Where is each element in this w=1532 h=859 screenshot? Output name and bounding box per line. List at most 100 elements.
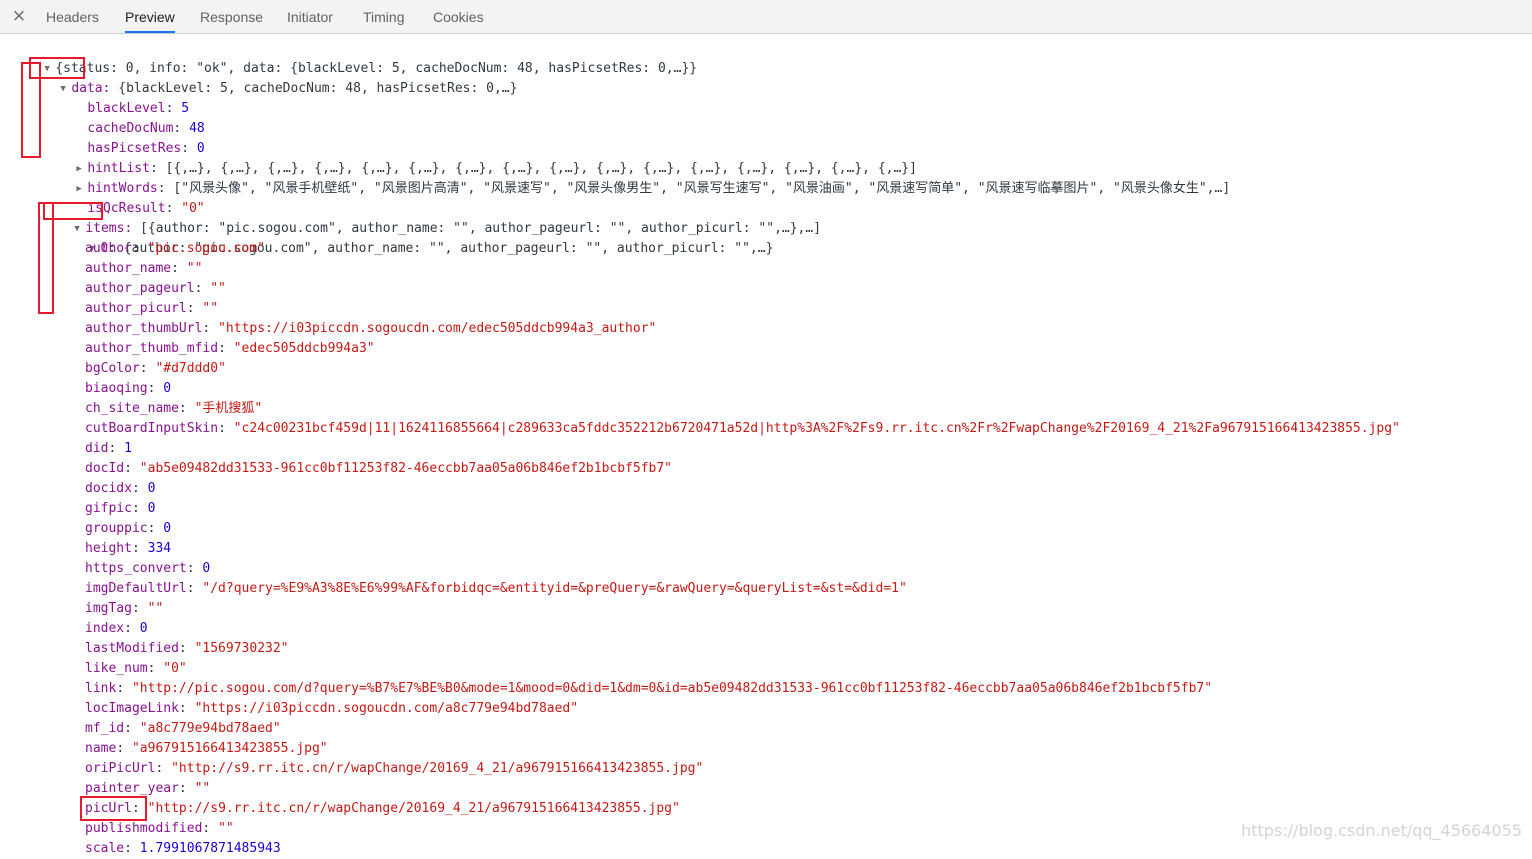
tab-cookies[interactable]: Cookies <box>433 0 484 33</box>
tree-row-lastmodified: lastModified: "1569730232" <box>85 641 289 656</box>
value-did: 1 <box>124 441 132 456</box>
key-scale: scale <box>85 841 125 856</box>
tree-row-author: author: "pic.sogou.com" <box>85 241 266 256</box>
value-author-name: "" <box>186 261 203 276</box>
value-author-picurl: "" <box>202 301 219 316</box>
tree-row-biaoqing: biaoqing: 0 <box>85 381 172 396</box>
value-oripicurl: "http://s9.rr.itc.cn/r/wapChange/20169_4… <box>171 761 704 776</box>
key-locimagelink: locImageLink <box>85 701 179 716</box>
tree-row-isqcresult: isQcResult: "0" <box>87 201 205 216</box>
value-biaoqing: 0 <box>163 381 172 396</box>
json-preview-tree: ▼ {status: 0, info: "ok", data: {blackLev… <box>0 34 1532 856</box>
annotation-box-items-bracket <box>38 202 54 314</box>
tree-row-imgtag: imgTag: "" <box>85 601 164 616</box>
value-publishmodified: "" <box>218 821 234 836</box>
value-locimagelink: "https://i03piccdn.sogoucdn.com/a8c779e9… <box>194 701 579 716</box>
key-bgcolor: bgColor <box>85 361 140 376</box>
tree-row-author-thumb-mfid: author_thumb_mfid: "edec505ddcb994a3" <box>85 341 375 356</box>
key-author-name: author_name <box>85 261 172 276</box>
key-height: height <box>85 541 132 556</box>
tree-row-name: name: "a967915166413423855.jpg" <box>85 741 328 756</box>
key-grouppic: grouppic <box>85 521 148 536</box>
key-author-thumb-mfid: author_thumb_mfid <box>85 341 219 356</box>
value-author-thumburl: "https://i03piccdn.sogoucdn.com/edec505d… <box>218 321 657 336</box>
key-author-picurl: author_picurl <box>85 301 187 316</box>
key-index: index <box>85 621 125 636</box>
tree-row-item-0[interactable]: ▼ 0: {author: "pic.sogou.com", author_nam… <box>58 219 773 256</box>
tree-row-link: link: "http://pic.sogou.com/d?query=%B7%… <box>85 681 1213 696</box>
value-name: "a967915166413423855.jpg" <box>131 741 328 756</box>
tree-row-data[interactable]: ▼ data: {blackLevel: 5, cacheDocNum: 48, … <box>29 59 517 96</box>
tree-row-hintlist[interactable]: ▶ hintList: [{,…}, {,…}, {,…}, {,…}, {,…}… <box>45 139 917 176</box>
key-biaoqing: biaoqing <box>85 381 148 396</box>
tree-row-bgcolor: bgColor: "#d7ddd0" <box>85 361 226 376</box>
key-imgdefaulturl: imgDefaultUrl <box>85 581 187 596</box>
tree-row-did: did: 1 <box>85 441 132 456</box>
value-gifpic: 0 <box>147 501 156 516</box>
tree-row-https-convert: https_convert: 0 <box>85 561 211 576</box>
value-scale: 1.7991067871485943 <box>139 841 281 856</box>
devtools-tab-bar: × Headers Preview Response Initiator Tim… <box>0 0 1532 34</box>
tree-root-row[interactable]: ▼ {status: 0, info: "ok", data: {blackLev… <box>13 39 697 76</box>
tree-row-hintwords[interactable]: ▶ hintWords: ["风景头像", "风景手机壁纸", "风景图片高清",… <box>45 159 1230 196</box>
value-painter-year: "" <box>194 781 211 796</box>
tree-row-docid: docId: "ab5e09482dd31533-961cc0bf11253f8… <box>85 461 673 476</box>
tree-row-ch-site-name: ch_site_name: "手机搜狐" <box>85 401 263 416</box>
key-docid: docId <box>85 461 125 476</box>
value-height: 334 <box>147 541 172 556</box>
value-https-convert: 0 <box>202 561 211 576</box>
tree-row-gifpic: gifpic: 0 <box>85 501 156 516</box>
value-index: 0 <box>139 621 148 636</box>
key-mf-id: mf_id <box>85 721 125 736</box>
value-imgtag: "" <box>147 601 164 616</box>
tree-row-cutboardinputskin: cutBoardInputSkin: "c24c00231bcf459d|11|… <box>85 421 1400 436</box>
annotation-box-picurl-key <box>80 796 147 821</box>
key-did: did <box>85 441 109 456</box>
key-lastmodified: lastModified <box>85 641 179 656</box>
value-docid: "ab5e09482dd31533-961cc0bf11253f82-46ecc… <box>139 461 673 476</box>
tree-row-blacklevel: blackLevel: 5 <box>87 101 190 116</box>
key-painter-year: painter_year <box>85 781 179 796</box>
watermark: https://blog.csdn.net/qq_45664055 <box>1241 821 1522 840</box>
value-hintwords: ["风景头像", "风景手机壁纸", "风景图片高清", "风景速写", "风景… <box>173 181 1231 196</box>
value-like-num: "0" <box>163 661 187 676</box>
key-link: link <box>85 681 117 696</box>
tab-initiator[interactable]: Initiator <box>287 0 333 33</box>
value-author-thumb-mfid: "edec505ddcb994a3" <box>233 341 375 356</box>
value-grouppic: 0 <box>163 521 172 536</box>
tab-response[interactable]: Response <box>200 0 263 33</box>
tab-preview[interactable]: Preview <box>125 0 175 33</box>
tab-timing[interactable]: Timing <box>363 0 405 33</box>
close-icon[interactable]: × <box>8 4 30 28</box>
value-bgcolor: "#d7ddd0" <box>155 361 226 376</box>
tree-row-index: index: 0 <box>85 621 148 636</box>
tab-headers[interactable]: Headers <box>46 0 99 33</box>
tree-row-author-name: author_name: "" <box>85 261 203 276</box>
tree-row-imgdefaulturl: imgDefaultUrl: "/d?query=%E9%A3%8E%E6%99… <box>85 581 907 596</box>
value-author: "pic.sogou.com" <box>147 241 266 256</box>
tree-row-items[interactable]: ▼ items: [{author: "pic.sogou.com", autho… <box>43 199 821 236</box>
key-author-thumburl: author_thumbUrl <box>85 321 203 336</box>
tree-row-author-picurl: author_picurl: "" <box>85 301 219 316</box>
key-author-pageurl: author_pageurl <box>85 281 195 296</box>
annotation-box-data-bracket <box>21 62 41 158</box>
key-name: name <box>85 741 117 756</box>
value-picurl: "http://s9.rr.itc.cn/r/wapChange/20169_4… <box>147 801 680 816</box>
value-cutboardinputskin: "c24c00231bcf459d|11|1624116855664|c2896… <box>233 421 1400 436</box>
tree-row-haspicsetres: hasPicsetRes: 0 <box>87 141 205 156</box>
key-cutboardinputskin: cutBoardInputSkin <box>85 421 219 436</box>
value-imgdefaulturl: "/d?query=%E9%A3%8E%E6%99%AF&forbidqc=&e… <box>202 581 907 596</box>
key-publishmodified: publishmodified <box>85 821 203 836</box>
value-docidx: 0 <box>147 481 156 496</box>
tree-row-mf-id: mf_id: "a8c779e94bd78aed" <box>85 721 281 736</box>
tree-row-like-num: like_num: "0" <box>85 661 187 676</box>
tree-row-author-pageurl: author_pageurl: "" <box>85 281 226 296</box>
tree-row-grouppic: grouppic: 0 <box>85 521 172 536</box>
tree-row-publishmodified: publishmodified: "" <box>85 821 234 836</box>
value-author-pageurl: "" <box>210 281 226 296</box>
key-oripicurl: oriPicUrl <box>85 761 156 776</box>
tree-row-cachedocnum: cacheDocNum: 48 <box>87 121 205 136</box>
tree-row-author-thumburl: author_thumbUrl: "https://i03piccdn.sogo… <box>85 321 657 336</box>
value-link: "http://pic.sogou.com/d?query=%B7%E7%BE%… <box>131 681 1213 696</box>
value-mf-id: "a8c779e94bd78aed" <box>139 721 281 736</box>
